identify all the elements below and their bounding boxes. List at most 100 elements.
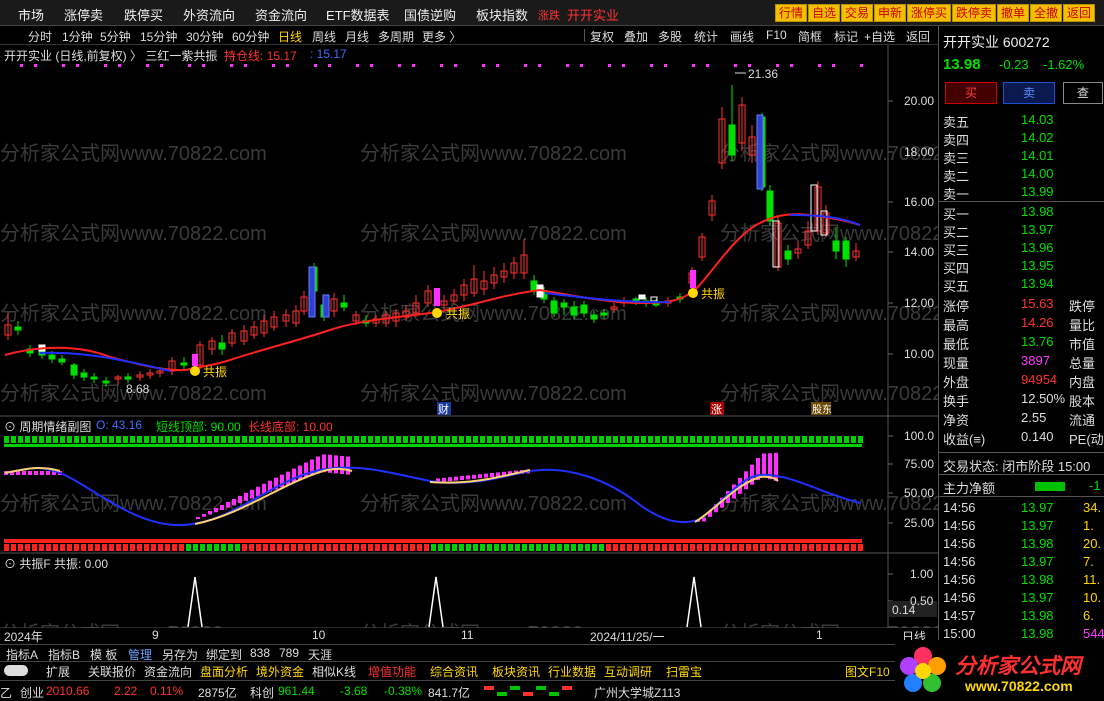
period-more[interactable]: 更多 〉 <box>422 28 461 45</box>
tool-marker[interactable]: 标记 <box>834 28 858 45</box>
top-menu-bar: 市场 涨停卖 跌停买 外资流向 资金流向 ETF数据表 国债逆购 板块指数 涨跌… <box>0 0 1104 26</box>
bottom-band-cell <box>144 544 149 551</box>
tool-f10[interactable]: F10 <box>766 28 787 42</box>
sell-button[interactable]: 卖 <box>1003 82 1055 104</box>
func-value-added[interactable]: 增值功能 <box>368 663 416 680</box>
func-research[interactable]: 互动调研 <box>604 663 652 680</box>
nav-limit-up-sell[interactable]: 涨停卖 <box>64 5 103 24</box>
period-weekly[interactable]: 周线 <box>312 28 336 45</box>
quote-row-label: 最低 <box>943 337 970 352</box>
watermark-text: 分析家公式网www.70822.com <box>720 382 938 405</box>
candle <box>340 295 348 311</box>
func-related-quote[interactable]: 关联报价 <box>88 663 136 680</box>
sub1-short-top: 短线顶部: 90.00 <box>156 420 241 434</box>
cancel-order-button[interactable]: 撤单 <box>997 4 1030 22</box>
tool-draw[interactable]: 画线 <box>730 28 754 45</box>
stock-pct: -1.62% <box>1043 57 1085 72</box>
period-tick[interactable]: 分时 <box>28 28 52 45</box>
func-similar-k[interactable]: 相似K线 <box>312 663 356 680</box>
bottom-band-cell <box>557 544 562 551</box>
top-band-cell <box>830 436 835 443</box>
signal-dot <box>412 64 415 67</box>
sentiment-bar <box>232 498 236 506</box>
collapse-icon[interactable]: ⊙ <box>4 420 19 434</box>
func-mine-sweeper[interactable]: 扫雷宝 <box>666 663 702 680</box>
tool-overlay[interactable]: 叠加 <box>624 28 648 45</box>
cancel-all-button[interactable]: 全撤 <box>1030 4 1063 22</box>
collapse-icon[interactable]: ⊙ <box>4 557 19 571</box>
quote-row-value: 13.98 <box>1021 204 1054 219</box>
func-sector-news[interactable]: 板块资讯 <box>492 663 540 680</box>
top-band-cell <box>214 436 219 443</box>
period-1m[interactable]: 1分钟 <box>62 28 93 45</box>
tool-simple-frame[interactable]: 简框 <box>798 28 822 45</box>
back-top-button[interactable]: 返回 <box>1063 4 1096 22</box>
query-button[interactable]: 查 <box>1063 82 1103 104</box>
buy-button[interactable]: 买 <box>945 82 997 104</box>
period-15m[interactable]: 15分钟 <box>140 28 177 45</box>
nav-etf-table[interactable]: ETF数据表 <box>326 5 390 24</box>
top-band-cell <box>648 436 653 443</box>
func-extend[interactable]: 扩展 <box>46 663 70 680</box>
func-fund-flow[interactable]: 资金流向 <box>144 663 192 680</box>
bottom-band-cell <box>550 544 555 551</box>
period-60m[interactable]: 60分钟 <box>232 28 269 45</box>
top-band-cell <box>88 436 93 443</box>
candle <box>500 263 508 283</box>
signal-dot <box>314 64 317 67</box>
limit-up-buy-button[interactable]: 涨停买 <box>907 4 952 22</box>
bottom-band-cell <box>277 544 282 551</box>
bottom-band-cell <box>837 544 842 551</box>
bottom-band-cell <box>676 544 681 551</box>
watchlist-button[interactable]: 自选 <box>808 4 841 22</box>
toggle-switch[interactable] <box>4 665 28 676</box>
top-band-cell <box>683 436 688 443</box>
func-foreign-funds[interactable]: 境外资金 <box>256 663 304 680</box>
event-tag-finance-text: 财 <box>438 402 449 416</box>
chart-area[interactable]: 分析家公式网www.70822.com 分析家公式网www.70822.com … <box>0 45 938 628</box>
func-news[interactable]: 综合资讯 <box>430 663 478 680</box>
period-daily[interactable]: 日线 <box>278 28 302 45</box>
index2-name[interactable]: 科创 <box>250 684 274 701</box>
nav-updown[interactable]: 涨跌 <box>538 7 560 23</box>
limit-down-sell-button[interactable]: 跌停卖 <box>952 4 997 22</box>
quote-row-label2: 股本 <box>1069 394 1096 409</box>
nav-market[interactable]: 市场 <box>18 5 44 24</box>
nav-stock-name[interactable]: 开开实业 <box>567 5 619 24</box>
trade-button[interactable]: 交易 <box>841 4 874 22</box>
quote-row-value: 0.140 <box>1021 429 1054 444</box>
sub2-current-value: 0.14 <box>892 603 916 617</box>
nav-sector-index[interactable]: 板块指数 <box>476 5 528 24</box>
func-f10[interactable]: 图文F10 <box>845 663 890 680</box>
period-monthly[interactable]: 月线 <box>345 28 369 45</box>
period-30m[interactable]: 30分钟 <box>186 28 223 45</box>
tab-838[interactable]: 838 <box>250 646 270 660</box>
tool-restore-rights[interactable]: 复权 <box>590 28 614 45</box>
candle <box>698 233 706 261</box>
quote-row: 收益(≡) 0.140 PE(动 <box>943 429 1104 447</box>
sentiment-bar <box>40 471 44 475</box>
bottom-band-cell <box>137 544 142 551</box>
watermark-text: 分析家公式网www.70822.com <box>0 302 267 325</box>
period-5m[interactable]: 5分钟 <box>100 28 131 45</box>
quote-row: 换手 12.50% 股本 <box>943 391 1103 409</box>
func-market-analysis[interactable]: 盘面分析 <box>200 663 248 680</box>
watermark-text: 分析家公式网www.70822.com <box>0 222 267 245</box>
nav-limit-down-buy[interactable]: 跌停买 <box>124 5 163 24</box>
chart-title: 开开实业 (日线,前复权) 〉 三红一紫共振 <box>4 49 218 63</box>
tool-add-watchlist[interactable]: +自选 <box>864 28 895 45</box>
ipo-button[interactable]: 申新 <box>874 4 907 22</box>
quote-button[interactable]: 行情 <box>775 4 808 22</box>
tool-back[interactable]: 返回 <box>906 28 930 45</box>
tick-cell: 14:56 <box>943 536 976 551</box>
nav-fund-flow[interactable]: 资金流向 <box>255 5 307 24</box>
tool-stats[interactable]: 统计 <box>694 28 718 45</box>
index-name[interactable]: 创业 <box>20 684 44 701</box>
tool-multi-stock[interactable]: 多股 <box>658 28 682 45</box>
tab-789[interactable]: 789 <box>279 646 299 660</box>
func-industry-data[interactable]: 行业数据 <box>548 663 596 680</box>
period-multi[interactable]: 多周期 <box>378 28 414 45</box>
nav-foreign-flow[interactable]: 外资流向 <box>183 5 235 24</box>
nav-repo[interactable]: 国债逆购 <box>404 5 456 24</box>
sentiment-bar <box>256 486 260 497</box>
